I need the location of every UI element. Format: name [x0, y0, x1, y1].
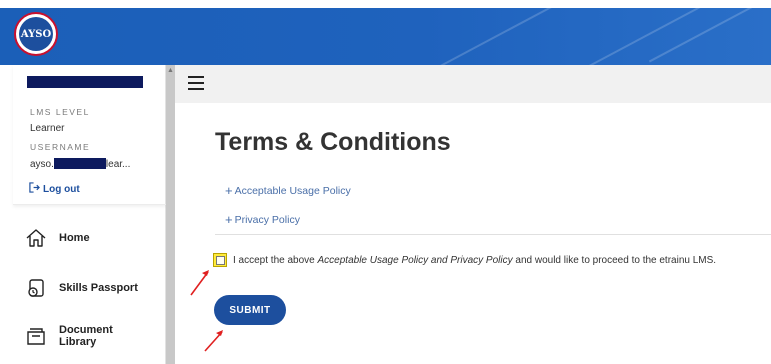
user-info-panel: LMS LEVEL Learner USERNAME ayso. lear... …: [13, 65, 166, 205]
acceptable-usage-policy-toggle[interactable]: + Acceptable Usage Policy: [225, 183, 351, 198]
logout-icon: [29, 182, 40, 196]
page-title: Terms & Conditions: [215, 128, 451, 156]
accept-terms-row: I accept the above Acceptable Usage Poli…: [213, 253, 716, 267]
accept-prefix: I accept the above: [233, 254, 315, 266]
sidebar-scrollbar[interactable]: ▲: [166, 65, 175, 364]
document-library-icon: [25, 325, 47, 347]
username-prefix: ayso.: [30, 159, 54, 170]
page: AYSO LMS LEVEL Learner USERNAME ayso. lea…: [0, 0, 771, 364]
annotation-arrow-icon: [190, 270, 209, 296]
submit-button[interactable]: SUBMIT: [214, 295, 286, 325]
sidebar-item-label: Home: [59, 232, 90, 244]
lms-level-value: Learner: [30, 123, 65, 134]
lms-level-label: LMS LEVEL: [30, 107, 90, 117]
sidebar-item-label: Document Library: [59, 324, 113, 348]
header-banner: AYSO: [0, 8, 771, 65]
accept-terms-checkbox[interactable]: [213, 253, 227, 267]
logout-link[interactable]: Log out: [29, 182, 80, 196]
redacted-user-name: [27, 76, 143, 88]
plus-icon: +: [225, 212, 233, 227]
policy-label: Privacy Policy: [234, 213, 300, 226]
plus-icon: +: [225, 183, 233, 198]
banner-decoration: [438, 8, 582, 65]
divider: [215, 234, 771, 235]
accept-emphasis: Acceptable Usage Policy and Privacy Poli…: [317, 254, 513, 266]
username-label: USERNAME: [30, 142, 91, 152]
sidebar-item-label: Skills Passport: [59, 282, 138, 294]
username-suffix: lear...: [105, 159, 131, 170]
home-icon: [25, 227, 47, 249]
banner-decoration: [648, 8, 771, 63]
username-value: ayso. lear...: [30, 158, 130, 170]
annotation-arrow-icon: [204, 330, 223, 352]
hamburger-menu-icon[interactable]: [188, 76, 204, 90]
top-bar: [175, 65, 771, 103]
policy-label: Acceptable Usage Policy: [234, 184, 351, 197]
sidebar-item-home[interactable]: Home: [25, 227, 90, 249]
accept-suffix: and would like to proceed to the etrainu…: [515, 254, 717, 266]
accept-terms-text: I accept the above Acceptable Usage Poli…: [233, 255, 716, 266]
logout-label: Log out: [43, 183, 80, 195]
logo-text: AYSO: [19, 17, 53, 51]
sidebar-item-document-library[interactable]: Document Library: [25, 324, 129, 348]
banner-decoration: [568, 8, 712, 65]
scroll-up-arrow-icon[interactable]: ▲: [167, 67, 174, 74]
privacy-policy-toggle[interactable]: + Privacy Policy: [225, 212, 300, 227]
redacted-username: [53, 158, 106, 169]
sidebar: LMS LEVEL Learner USERNAME ayso. lear... …: [13, 65, 166, 364]
passport-icon: [25, 277, 47, 299]
sidebar-item-skills-passport[interactable]: Skills Passport: [25, 277, 138, 299]
ayso-logo[interactable]: AYSO: [14, 12, 58, 56]
